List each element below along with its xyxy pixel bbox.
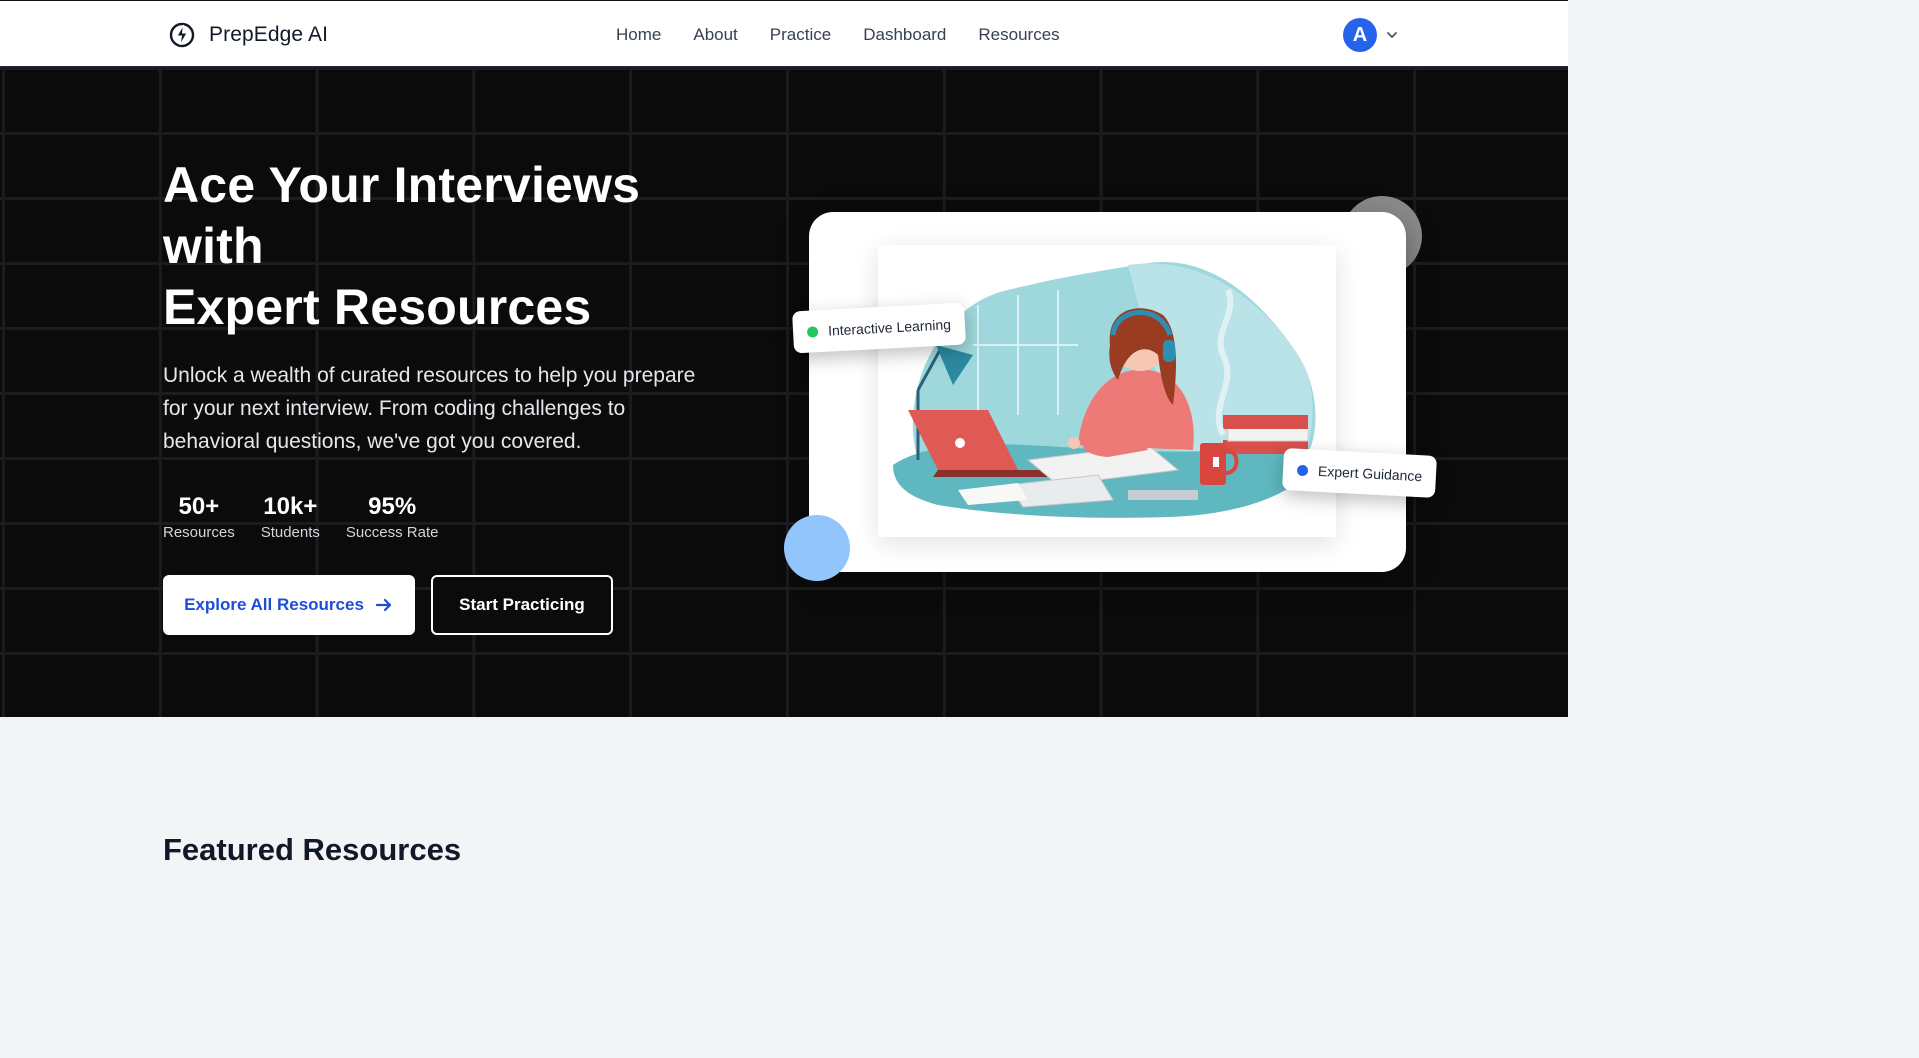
brand-name: PrepEdge AI — [209, 23, 329, 46]
nav-home[interactable]: Home — [600, 23, 677, 47]
bolt-circle-icon — [169, 22, 195, 48]
stat-students: 10k+ Students — [261, 492, 320, 544]
hero-section: Ace Your Interviews with Expert Resource… — [0, 67, 1568, 717]
avatar[interactable]: A — [1343, 18, 1377, 52]
stat-success-rate: 95% Success Rate — [346, 492, 439, 544]
explore-resources-label: Explore All Resources — [184, 595, 364, 614]
hero-title-line: Ace Your Interviews — [163, 157, 641, 213]
stat-label: Resources — [163, 524, 235, 541]
hero-description: Unlock a wealth of curated resources to … — [163, 364, 696, 453]
stat-value: 10k+ — [263, 493, 318, 520]
badge-label: Expert Guidance — [1317, 462, 1423, 485]
featured-resources-heading: Featured Resources — [163, 832, 462, 867]
expert-guidance-badge: Expert Guidance — [1282, 448, 1438, 498]
decorative-circle-blue — [784, 515, 850, 581]
stat-resources: 50+ Resources — [163, 492, 235, 544]
hero-illustration-card — [809, 212, 1406, 572]
user-menu[interactable]: A — [1343, 18, 1399, 52]
hero-title-line: with — [163, 218, 264, 274]
explore-resources-button[interactable]: Explore All Resources — [163, 575, 415, 635]
stat-value: 95% — [368, 493, 417, 520]
stat-value: 50+ — [178, 493, 220, 520]
green-dot-icon — [806, 325, 819, 338]
stat-label: Students — [260, 524, 320, 541]
hero-stats: 50+ Resources 10k+ Students 95% Success … — [163, 492, 438, 544]
chevron-down-icon[interactable] — [1385, 28, 1399, 42]
nav-practice[interactable]: Practice — [754, 23, 847, 47]
hero-title: Ace Your Interviews with Expert Resource… — [163, 155, 723, 338]
main-nav: Home About Practice Dashboard Resources — [600, 23, 1076, 47]
brand-logo-link[interactable]: PrepEdge AI — [167, 19, 328, 51]
hero-title-line: Expert Resources — [163, 279, 592, 335]
nav-about[interactable]: About — [677, 23, 753, 47]
interactive-learning-badge: Interactive Learning — [792, 302, 966, 354]
nav-resources[interactable]: Resources — [962, 23, 1075, 47]
studying-illustration-art — [893, 261, 1318, 518]
arrow-right-icon — [375, 598, 392, 612]
badge-label: Interactive Learning — [827, 316, 952, 339]
stat-label: Success Rate — [345, 524, 439, 541]
blue-dot-icon — [1296, 464, 1309, 476]
start-practicing-button[interactable]: Start Practicing — [431, 575, 613, 635]
nav-dashboard[interactable]: Dashboard — [847, 23, 962, 47]
studying-illustration — [878, 245, 1336, 537]
top-navbar: PrepEdge AI Home About Practice Dashboar… — [0, 0, 1568, 67]
